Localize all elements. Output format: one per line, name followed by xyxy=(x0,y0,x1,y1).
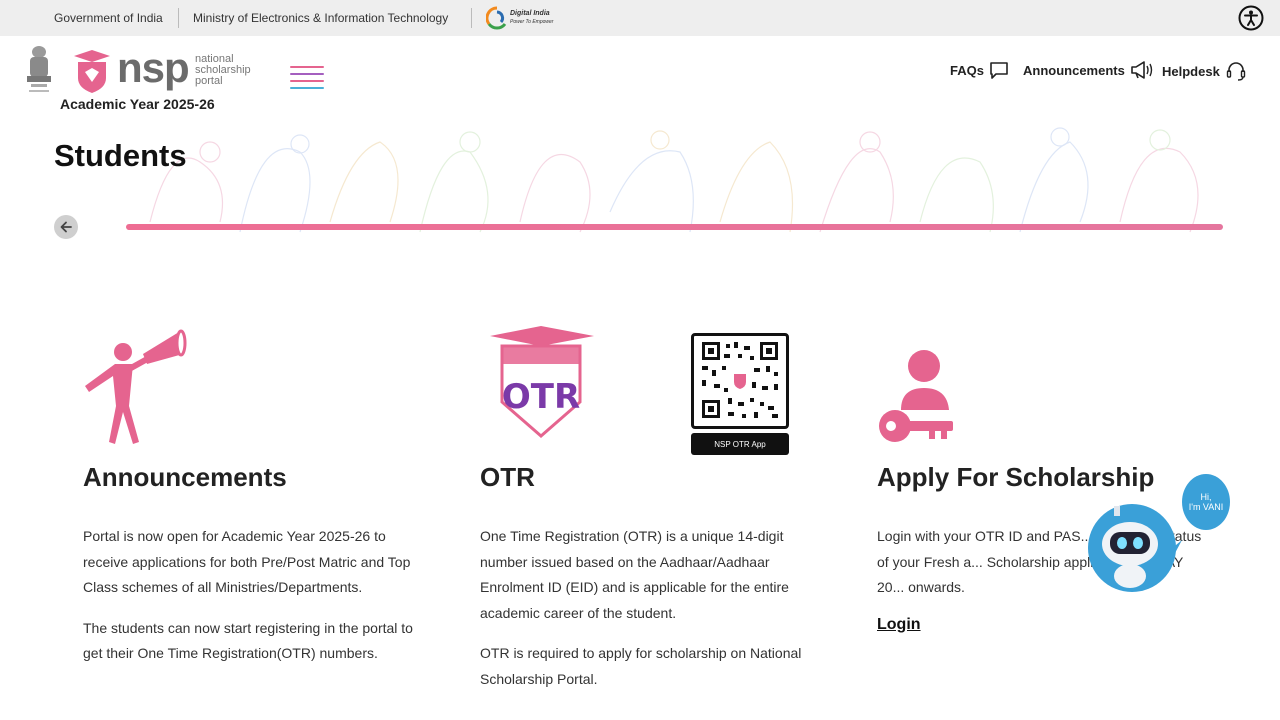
digital-india-tagline: Power To Empower xyxy=(510,19,554,25)
megaphone-icon xyxy=(1131,61,1153,79)
chat-icon xyxy=(990,62,1008,79)
login-link[interactable]: Login xyxy=(877,616,921,633)
gov-of-india-link[interactable]: Government of India xyxy=(54,11,163,25)
user-key-icon xyxy=(879,350,953,442)
ministry-link[interactable]: Ministry of Electronics & Information Te… xyxy=(193,11,448,25)
headset-icon xyxy=(1226,62,1246,81)
nav-faqs-label: FAQs xyxy=(950,62,984,78)
announcements-text-2: The students can now start registering i… xyxy=(83,619,413,662)
vani-chatbot-button[interactable]: Hi, I'm VANI xyxy=(1086,474,1240,594)
progress-fill xyxy=(126,224,1223,230)
nsp-logo-icon[interactable] xyxy=(72,48,112,94)
logo-sub-3: portal xyxy=(195,75,223,87)
hamburger-line xyxy=(290,87,324,89)
otr-app-qr[interactable]: NSP OTR App xyxy=(691,333,789,455)
robot-icon xyxy=(1088,504,1182,592)
hamburger-menu-button[interactable] xyxy=(290,66,324,92)
qr-code-icon xyxy=(702,342,778,418)
national-emblem-icon xyxy=(27,46,51,92)
digital-india-icon xyxy=(486,6,507,30)
megaphone-person-icon xyxy=(85,329,187,444)
back-button[interactable] xyxy=(54,215,78,239)
announcements-title: Announcements xyxy=(83,462,287,492)
otr-logo-text: OTR xyxy=(502,377,580,417)
otr-title: OTR xyxy=(480,462,535,492)
students-banner xyxy=(0,122,1280,240)
banner-line-art xyxy=(149,127,1199,233)
nav-faqs-link[interactable]: FAQs xyxy=(950,60,1009,80)
otr-logo-icon: OTR xyxy=(490,326,594,438)
nav-helpdesk-link[interactable]: Helpdesk xyxy=(1162,60,1247,82)
announcements-text-1: Portal is now open for Academic Year 202… xyxy=(83,528,411,595)
digital-india-text: Digital India xyxy=(510,10,550,17)
divider xyxy=(471,8,472,28)
academic-year-label: Academic Year 2025-26 xyxy=(60,96,215,112)
progress-bar xyxy=(126,224,1223,230)
nsp-logo-subtitle: national scholarship portal xyxy=(195,54,251,87)
hamburger-line xyxy=(290,66,324,68)
divider xyxy=(178,8,179,28)
otr-text-2: OTR is required to apply for scholarship… xyxy=(480,645,802,687)
otr-text-1: One Time Registration (OTR) is a unique … xyxy=(480,528,789,621)
vani-greeting-bubble: Hi, I'm VANI xyxy=(1182,474,1230,530)
accessibility-icon[interactable] xyxy=(1238,5,1264,31)
hamburger-line xyxy=(290,80,324,82)
arrow-left-icon xyxy=(60,221,72,233)
site-header: NSP national scholarship portal Academic… xyxy=(0,36,1280,122)
page-title: Students xyxy=(54,138,187,173)
vani-greeting-line-1: Hi, xyxy=(1200,492,1212,502)
qr-label: NSP OTR App xyxy=(691,433,789,455)
gov-topbar: Government of India Ministry of Electron… xyxy=(0,0,1280,36)
nsp-logo-text: NSP xyxy=(117,44,190,91)
nav-helpdesk-label: Helpdesk xyxy=(1162,63,1220,79)
qr-code xyxy=(691,333,789,429)
digital-india-logo[interactable]: Digital India Power To Empower xyxy=(486,5,553,31)
nav-announcements-label: Announcements xyxy=(1023,62,1125,78)
vani-greeting-line-2: I'm VANI xyxy=(1188,502,1224,512)
nav-announcements-link[interactable]: Announcements xyxy=(1023,60,1154,80)
hamburger-line xyxy=(290,73,324,75)
